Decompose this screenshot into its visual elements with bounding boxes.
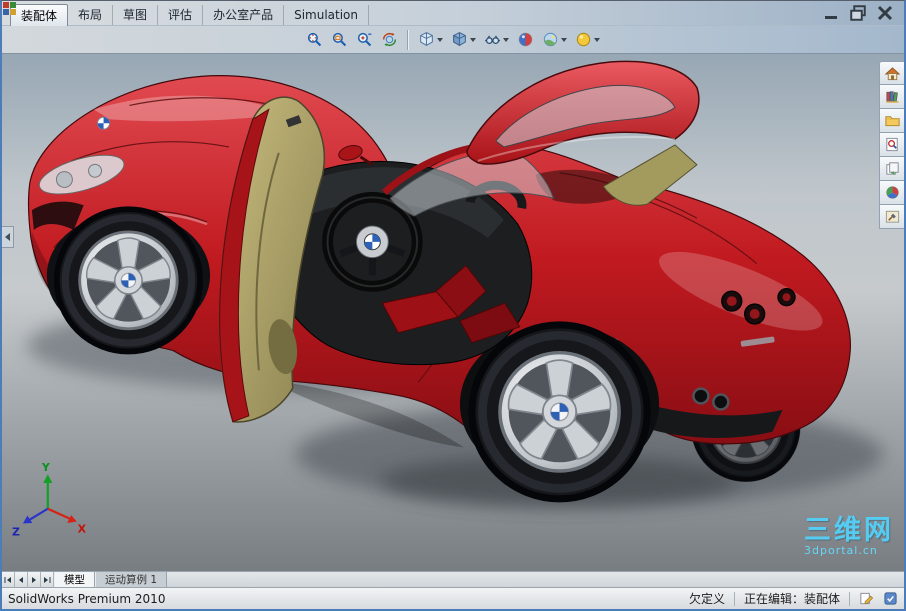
tab-motion-study-label: 运动算例 1 (105, 572, 157, 587)
tab-layout-label: 布局 (78, 8, 102, 22)
hood-roundel (98, 117, 110, 129)
tab-layout[interactable]: 布局 (68, 5, 113, 25)
design-library-icon[interactable] (879, 85, 904, 109)
hide-show-items-button[interactable] (481, 29, 512, 50)
model-tab-bar: 模型 运动算例 1 (2, 571, 904, 587)
rear-left-wheel[interactable] (472, 325, 647, 499)
chevron-down-icon (470, 38, 476, 42)
chevron-down-icon (594, 38, 600, 42)
zoom-to-area-button[interactable] (328, 29, 351, 50)
tab-scroll-first-button[interactable] (2, 572, 15, 587)
status-edit-sketch-icon[interactable] (859, 591, 874, 606)
status-bar: SolidWorks Premium 2010 欠定义 正在编辑：装配体 (2, 587, 904, 609)
zoom-to-fit-button[interactable] (303, 29, 326, 50)
car-assembly-model: Y X Z (2, 54, 904, 571)
view-settings-button[interactable] (572, 29, 603, 50)
status-separator (849, 592, 850, 606)
status-quick-tips-icon[interactable] (883, 591, 898, 606)
search-icon[interactable] (879, 133, 904, 157)
tab-scroll-right-button[interactable] (28, 572, 41, 587)
tab-model[interactable]: 模型 (54, 572, 95, 587)
graphics-viewport[interactable]: Y X Z 三维网 3dportal.cn (2, 54, 904, 571)
triad-z-label: Z (12, 525, 20, 538)
tab-motion-study[interactable]: 运动算例 1 (95, 572, 167, 587)
chevron-down-icon (503, 38, 509, 42)
triad-x-label: X (78, 522, 87, 535)
app-icon (3, 2, 16, 15)
rotate-view-button[interactable] (378, 29, 401, 50)
watermark-title: 三维网 (804, 517, 894, 545)
watermark-subtitle: 3dportal.cn (804, 545, 894, 557)
apply-scene-button[interactable] (539, 29, 570, 50)
tab-office-products[interactable]: 办公室产品 (203, 5, 284, 25)
tab-simulation-label: Simulation (294, 8, 358, 22)
appearances-scenes-icon[interactable] (879, 181, 904, 205)
zoom-in-out-button[interactable] (353, 29, 376, 50)
triad-y-label: Y (41, 461, 50, 474)
solidworks-window: 装配体 布局 草图 评估 办公室产品 Simulation (0, 0, 906, 611)
display-style-button[interactable] (448, 29, 479, 50)
arrow-left-icon (5, 233, 10, 241)
task-pane-tabs (879, 61, 904, 229)
tab-scroll-last-button[interactable] (41, 572, 54, 587)
view-toolbar (2, 25, 904, 54)
restore-button[interactable] (849, 6, 867, 20)
view-palette-icon[interactable] (879, 157, 904, 181)
orientation-triad: Y X Z (12, 461, 87, 538)
tab-scroll-left-button[interactable] (15, 572, 28, 587)
chevron-down-icon (437, 38, 443, 42)
command-manager-tabbar: 装配体 布局 草图 评估 办公室产品 Simulation (2, 1, 904, 25)
solidworks-resources-icon[interactable] (879, 61, 904, 85)
tab-office-products-label: 办公室产品 (213, 8, 273, 22)
chevron-down-icon (561, 38, 567, 42)
close-button[interactable] (876, 6, 894, 20)
tab-assembly[interactable]: 装配体 (10, 4, 68, 26)
featuremanager-collapse-button[interactable] (2, 226, 14, 248)
tab-simulation[interactable]: Simulation (284, 5, 369, 25)
watermark: 三维网 3dportal.cn (804, 517, 894, 557)
tab-sketch-label: 草图 (123, 8, 147, 22)
view-orientation-button[interactable] (415, 29, 446, 50)
editing-status: 正在编辑：装配体 (744, 590, 840, 607)
front-left-wheel[interactable] (57, 209, 200, 351)
definition-status: 欠定义 (689, 590, 725, 607)
status-separator (734, 592, 735, 606)
custom-properties-icon[interactable] (879, 205, 904, 229)
tab-evaluate-label: 评估 (168, 8, 192, 22)
app-title: SolidWorks Premium 2010 (8, 592, 165, 606)
edit-appearance-button[interactable] (514, 29, 537, 50)
minimize-button[interactable] (822, 6, 840, 20)
toolbar-separator (407, 30, 409, 50)
tab-evaluate[interactable]: 评估 (158, 5, 203, 25)
tab-assembly-label: 装配体 (21, 9, 57, 23)
tab-sketch[interactable]: 草图 (113, 5, 158, 25)
tab-model-label: 模型 (64, 572, 85, 587)
file-explorer-icon[interactable] (879, 109, 904, 133)
window-controls (822, 6, 904, 25)
